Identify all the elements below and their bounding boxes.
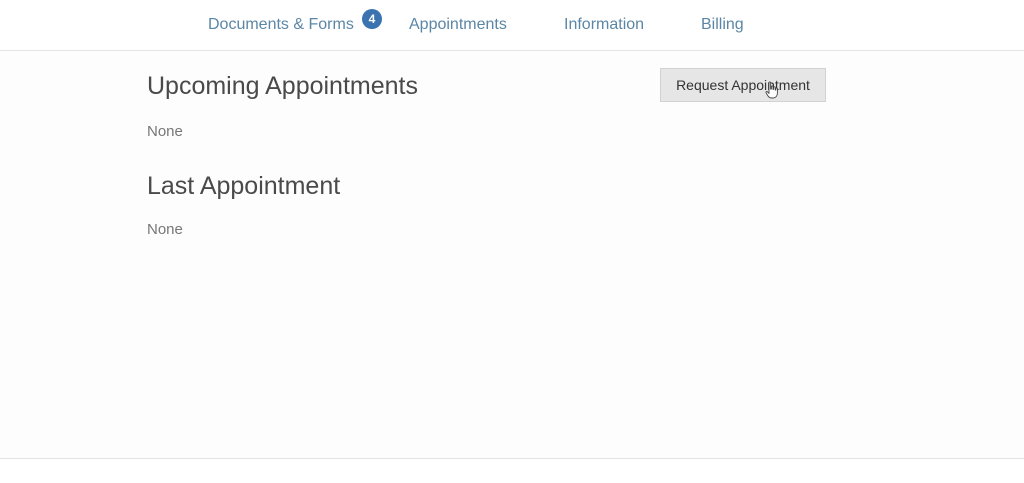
nav-billing[interactable]: Billing bbox=[701, 15, 744, 35]
nav-information[interactable]: Information bbox=[564, 15, 644, 35]
top-navigation: Documents & Forms 4 Appointments Informa… bbox=[0, 0, 1024, 51]
hand-cursor-icon bbox=[765, 81, 778, 99]
request-appointment-button[interactable]: Request Appointment bbox=[660, 68, 826, 102]
last-appointment-value: None bbox=[147, 221, 183, 238]
upcoming-appointments-title: Upcoming Appointments bbox=[147, 72, 418, 100]
footer-divider bbox=[0, 458, 1024, 483]
last-appointment-title: Last Appointment bbox=[147, 172, 341, 200]
nav-appointments[interactable]: Appointments bbox=[409, 15, 507, 35]
documents-count-badge: 4 bbox=[362, 9, 382, 29]
nav-documents-forms[interactable]: Documents & Forms bbox=[208, 15, 354, 35]
main-content: Upcoming Appointments Request Appointmen… bbox=[0, 51, 1024, 458]
upcoming-appointments-value: None bbox=[147, 123, 183, 140]
